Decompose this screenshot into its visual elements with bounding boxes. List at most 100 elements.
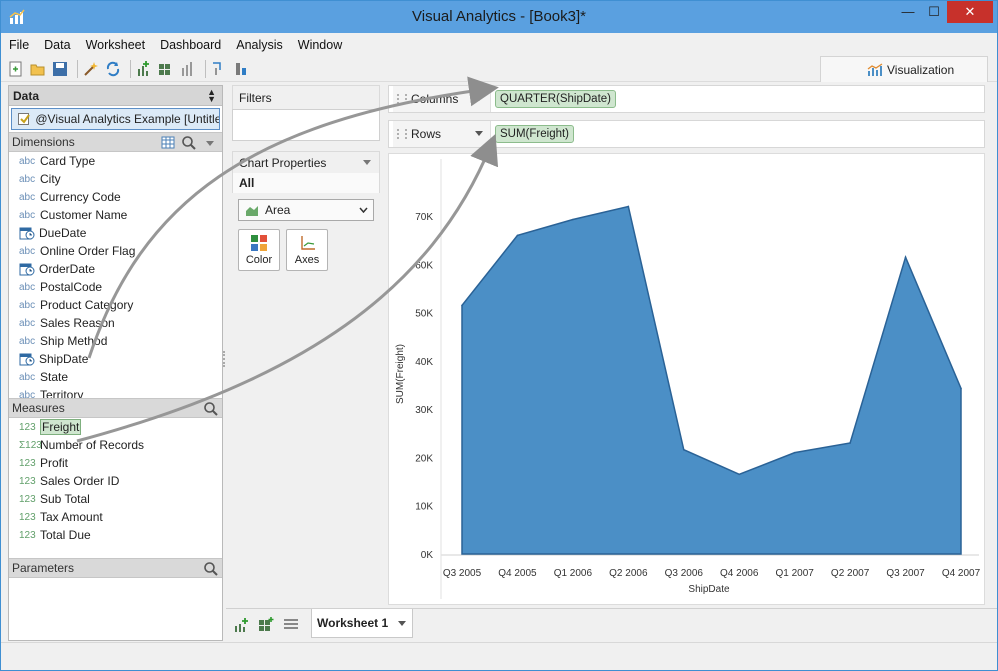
y-axis-label: SUM(Freight) (395, 344, 406, 404)
y-tick-label: 60K (415, 260, 433, 271)
calendar-icon (19, 353, 35, 365)
number-type-icon: 123 (19, 529, 36, 541)
data-point (793, 451, 796, 454)
measure-name: Profit (40, 456, 69, 470)
menu-data[interactable]: Data (44, 38, 70, 52)
measure-field[interactable]: 123 Tax Amount (9, 508, 222, 526)
axes-button[interactable]: Axes (286, 229, 328, 271)
chart-properties-header: Chart Properties (232, 151, 380, 173)
measure-field[interactable]: 123 Profit (9, 454, 222, 472)
sheet-tab-worksheet-1[interactable]: Worksheet 1 (311, 609, 413, 638)
string-type-icon: abc (19, 173, 36, 185)
dimension-name: Online Order Flag (40, 244, 136, 258)
dimension-field[interactable]: abc Online Order Flag (9, 242, 222, 260)
new-icon[interactable] (7, 60, 25, 78)
dropdown-arrow-icon[interactable] (206, 141, 214, 146)
x-tick-label: Q1 2006 (554, 568, 593, 579)
save-icon[interactable] (51, 60, 69, 78)
dimension-name: City (40, 172, 61, 186)
color-button[interactable]: Color (238, 229, 280, 271)
new-worksheet-icon[interactable] (234, 617, 250, 633)
bar-chart-icon[interactable] (179, 60, 197, 78)
all-marks-label[interactable]: All (232, 173, 380, 193)
dimension-field[interactable]: abc Card Type (9, 152, 222, 170)
splitter-handle[interactable] (223, 351, 227, 367)
measure-name: Freight (40, 419, 82, 435)
new-dashboard-icon[interactable] (258, 617, 274, 633)
filters-drop-area[interactable] (232, 109, 380, 141)
swap-icon[interactable] (210, 60, 228, 78)
measure-field[interactable]: 123 Freight (9, 418, 222, 436)
wizard-icon[interactable] (82, 60, 100, 78)
new-worksheet-icon[interactable] (135, 60, 153, 78)
measure-field[interactable]: Σ123 Number of Records (9, 436, 222, 454)
string-type-icon: abc (19, 155, 36, 167)
sort-arrows-icon[interactable]: ▲ ▼ (207, 88, 216, 104)
data-pane-title: Data (13, 88, 40, 103)
dropdown-arrow-icon[interactable] (363, 160, 371, 165)
close-button[interactable]: ✕ (947, 1, 993, 23)
dimension-name: DueDate (39, 226, 87, 240)
toolbar-separator (77, 59, 78, 78)
dimension-field[interactable]: abc PostalCode (9, 278, 222, 296)
table-view-icon[interactable] (161, 136, 175, 149)
columns-pill[interactable]: QUARTER(ShipDate) (495, 90, 616, 108)
dimension-field[interactable]: abc Customer Name (9, 206, 222, 224)
x-tick-label: Q2 2007 (831, 568, 870, 579)
dimension-field[interactable]: abc City (9, 170, 222, 188)
grip-icon (397, 94, 407, 104)
y-tick-label: 10K (415, 502, 433, 513)
number-type-icon: Σ123 (19, 439, 42, 451)
dropdown-arrow-icon[interactable] (475, 96, 483, 101)
menu-window[interactable]: Window (298, 38, 342, 52)
menu-lines-icon[interactable] (283, 618, 299, 631)
menu-analysis[interactable]: Analysis (236, 38, 283, 52)
datasource-item[interactable]: @Visual Analytics Example [Untitle... (11, 108, 220, 130)
dimension-field[interactable]: abc Ship Method (9, 332, 222, 350)
data-point (516, 234, 519, 237)
menu-file[interactable]: File (9, 38, 29, 52)
visualization-tab[interactable]: Visualization (820, 56, 988, 82)
data-point (682, 448, 685, 451)
rows-shelf[interactable]: Rows SUM(Freight) (388, 120, 985, 148)
dimension-name: State (40, 370, 69, 384)
dimension-field[interactable]: abc Sales Reason (9, 314, 222, 332)
search-icon[interactable] (203, 561, 219, 577)
x-tick-label: Q3 2005 (443, 568, 482, 579)
new-dashboard-icon[interactable] (157, 60, 175, 78)
dimension-field[interactable]: abc Product Category (9, 296, 222, 314)
sheet-tab-label: Worksheet 1 (317, 616, 389, 630)
measure-field[interactable]: 123 Sales Order ID (9, 472, 222, 490)
measure-field[interactable]: 123 Sub Total (9, 490, 222, 508)
sheet-tabs-bar: Worksheet 1 (226, 608, 997, 638)
dropdown-arrow-icon[interactable] (398, 621, 406, 626)
dimension-field[interactable]: ShipDate (9, 350, 222, 368)
search-icon[interactable] (181, 135, 197, 151)
dimension-field[interactable]: DueDate (9, 224, 222, 242)
search-icon[interactable] (203, 401, 219, 417)
sort-icon[interactable] (232, 60, 250, 78)
dimension-name: Product Category (40, 298, 134, 312)
rows-label-text: Rows (411, 127, 442, 141)
dropdown-arrow-icon[interactable] (475, 131, 483, 136)
open-icon[interactable] (29, 60, 47, 78)
rows-pill[interactable]: SUM(Freight) (495, 125, 575, 143)
menu-dashboard[interactable]: Dashboard (160, 38, 221, 52)
number-type-icon: 123 (19, 511, 36, 523)
string-type-icon: abc (19, 191, 36, 203)
dimension-field[interactable]: abc State (9, 368, 222, 386)
refresh-icon[interactable] (104, 60, 122, 78)
string-type-icon: abc (19, 371, 36, 383)
calendar-icon (19, 227, 35, 239)
columns-shelf[interactable]: Columns QUARTER(ShipDate) (388, 85, 985, 113)
measure-field[interactable]: 123 Total Due (9, 526, 222, 544)
data-point (627, 205, 630, 208)
menu-worksheet[interactable]: Worksheet (86, 38, 146, 52)
axes-icon (301, 236, 315, 250)
dimension-field[interactable]: abc Currency Code (9, 188, 222, 206)
area-series (461, 205, 962, 555)
dimension-field[interactable]: OrderDate (9, 260, 222, 278)
mark-type-select[interactable]: Area (238, 199, 374, 221)
maximize-button[interactable]: ☐ (919, 1, 949, 23)
dimension-name: ShipDate (39, 352, 89, 366)
